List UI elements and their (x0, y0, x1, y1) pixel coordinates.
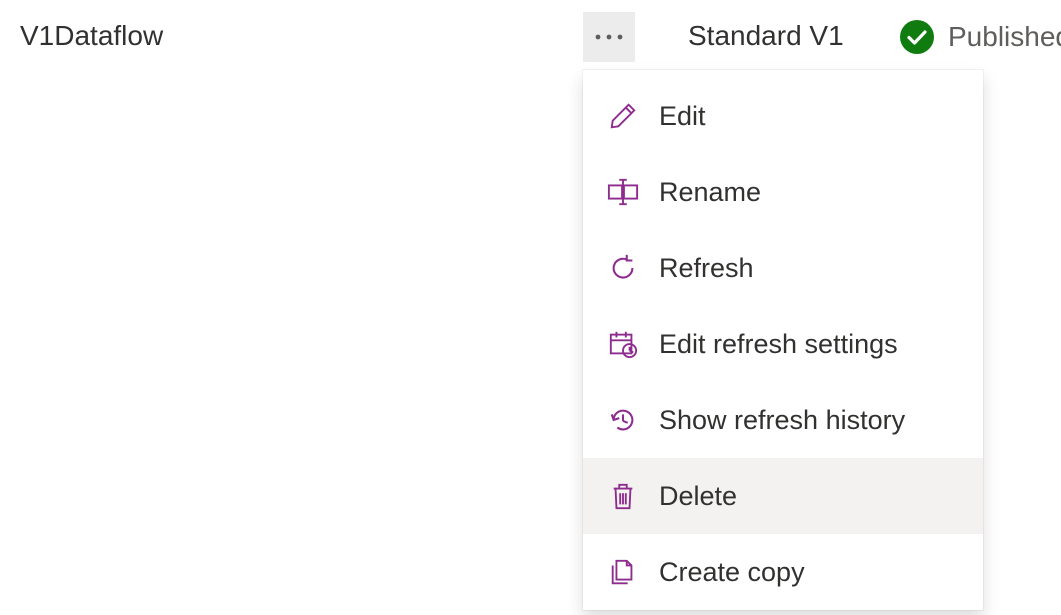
menu-item-delete[interactable]: Delete (583, 458, 983, 534)
copy-icon (607, 556, 639, 588)
menu-item-create-copy[interactable]: Create copy (583, 534, 983, 610)
refresh-icon (607, 252, 639, 284)
menu-item-edit-refresh-settings[interactable]: Edit refresh settings (583, 306, 983, 382)
menu-item-edit[interactable]: Edit (583, 78, 983, 154)
menu-item-label: Refresh (659, 253, 754, 284)
edit-icon (607, 100, 639, 132)
history-icon (607, 404, 639, 436)
menu-item-label: Edit refresh settings (659, 329, 898, 360)
dataflow-name[interactable]: V1Dataflow (20, 20, 163, 52)
delete-icon (607, 480, 639, 512)
dataflow-type: Standard V1 (688, 20, 844, 52)
menu-item-rename[interactable]: Rename (583, 154, 983, 230)
menu-item-refresh[interactable]: Refresh (583, 230, 983, 306)
menu-item-label: Show refresh history (659, 405, 905, 436)
dataflow-row: V1Dataflow Standard V1 Published (0, 0, 1061, 80)
success-check-icon (900, 20, 934, 54)
refresh-settings-icon (607, 328, 639, 360)
more-options-menu: Edit Rename Refresh (583, 70, 983, 610)
menu-item-show-refresh-history[interactable]: Show refresh history (583, 382, 983, 458)
menu-item-label: Edit (659, 101, 706, 132)
menu-item-label: Rename (659, 177, 761, 208)
status-label: Published (948, 21, 1061, 53)
menu-item-label: Create copy (659, 557, 805, 588)
more-options-button[interactable] (583, 12, 635, 62)
more-icon (594, 33, 624, 41)
menu-item-label: Delete (659, 481, 737, 512)
rename-icon (607, 176, 639, 208)
dataflow-status: Published (900, 20, 1061, 54)
